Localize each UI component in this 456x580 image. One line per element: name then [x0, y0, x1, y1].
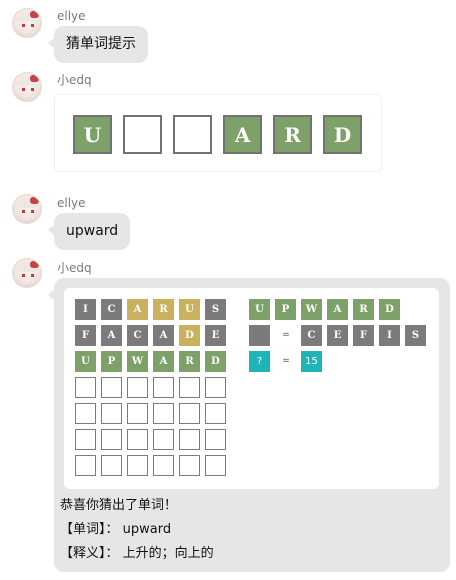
sender-name: 小edq [57, 73, 92, 87]
board-cell [127, 429, 148, 450]
game-bubble[interactable]: I C A R U S F A C A D E U P W A R D U P W A R D = C E F I S? = 15 恭喜你猜出… [48, 278, 450, 572]
eliminated-letter: S [405, 325, 426, 346]
known-letter: R [353, 299, 374, 320]
game-board: I C A R U S F A C A D E U P W A R D U P W A R D = C E F I S? = 15 [64, 288, 439, 489]
known-letter: A [327, 299, 348, 320]
board-cell [101, 377, 122, 398]
word-line: 【单词】： upward [60, 521, 171, 539]
word-value: upward [122, 522, 172, 537]
board-cell [179, 377, 200, 398]
board-cell [75, 403, 96, 424]
board-cell [101, 403, 122, 424]
hint-tile [123, 115, 162, 154]
board-cell [179, 455, 200, 476]
known-letter: P [275, 299, 296, 320]
board-cell: D [179, 325, 200, 346]
attempts-count: 15 [301, 351, 322, 372]
message-bubble[interactable]: 猜单词提示 [48, 26, 148, 63]
unknown-swatch: ? [249, 351, 270, 372]
word-label: 【单词】： [60, 522, 119, 537]
board-cell [127, 403, 148, 424]
sender-name: ellye [57, 9, 86, 23]
equals-sign: = [282, 356, 290, 366]
board-cell: W [127, 351, 148, 372]
board-cell: I [75, 299, 96, 320]
eliminated-letter: E [327, 325, 348, 346]
board-cell [153, 403, 174, 424]
board-cell: E [205, 325, 226, 346]
hint-tile: R [273, 115, 312, 154]
board-cell: P [101, 351, 122, 372]
meaning-label: 【释义】： [60, 546, 119, 561]
board-cell [205, 429, 226, 450]
board-cell: C [101, 299, 122, 320]
board-cell [127, 455, 148, 476]
board-cell: U [179, 299, 200, 320]
hint-tile: A [223, 115, 262, 154]
hint-card[interactable]: U ARD [54, 94, 382, 172]
message-text: 猜单词提示 [66, 36, 136, 52]
known-letter: W [301, 299, 322, 320]
sender-name: 小edq [57, 261, 92, 275]
board-cell: A [127, 299, 148, 320]
board-cell [205, 455, 226, 476]
board-cell: D [205, 351, 226, 372]
board-cell [75, 429, 96, 450]
hint-tile: U [73, 115, 112, 154]
eliminated-letter: C [301, 325, 322, 346]
board-cell: A [101, 325, 122, 346]
congrats-text: 恭喜你猜出了单词！ [60, 498, 178, 513]
board-cell: A [153, 325, 174, 346]
known-letter: U [249, 299, 270, 320]
eliminated-letter: I [379, 325, 400, 346]
board-cell [153, 377, 174, 398]
avatar[interactable] [12, 194, 42, 224]
board-cell [75, 377, 96, 398]
equals-sign: = [282, 330, 290, 340]
avatar[interactable] [12, 8, 42, 38]
avatar[interactable] [12, 72, 42, 102]
board-cell [101, 455, 122, 476]
hint-tile [173, 115, 212, 154]
meaning-line: 【释义】： 上升的；向上的 [60, 545, 214, 563]
known-letter: D [379, 299, 400, 320]
avatar[interactable] [12, 258, 42, 288]
board-cell [179, 403, 200, 424]
board-cell: C [127, 325, 148, 346]
hint-tile: D [323, 115, 362, 154]
board-cell [205, 377, 226, 398]
eliminated-swatch [249, 325, 270, 346]
board-cell [101, 429, 122, 450]
board-cell [179, 429, 200, 450]
board-cell [205, 403, 226, 424]
sender-name: ellye [57, 196, 86, 210]
board-cell: U [75, 351, 96, 372]
board-cell: F [75, 325, 96, 346]
message-text: upward [66, 223, 119, 239]
board-cell [127, 377, 148, 398]
meaning-value: 上升的；向上的 [122, 546, 214, 561]
board-cell [153, 455, 174, 476]
board-cell: R [153, 299, 174, 320]
board-cell [75, 455, 96, 476]
message-bubble[interactable]: upward [47, 213, 131, 250]
board-cell: S [205, 299, 226, 320]
eliminated-letter: F [353, 325, 374, 346]
board-cell [153, 429, 174, 450]
board-cell: A [153, 351, 174, 372]
board-cell: R [179, 351, 200, 372]
